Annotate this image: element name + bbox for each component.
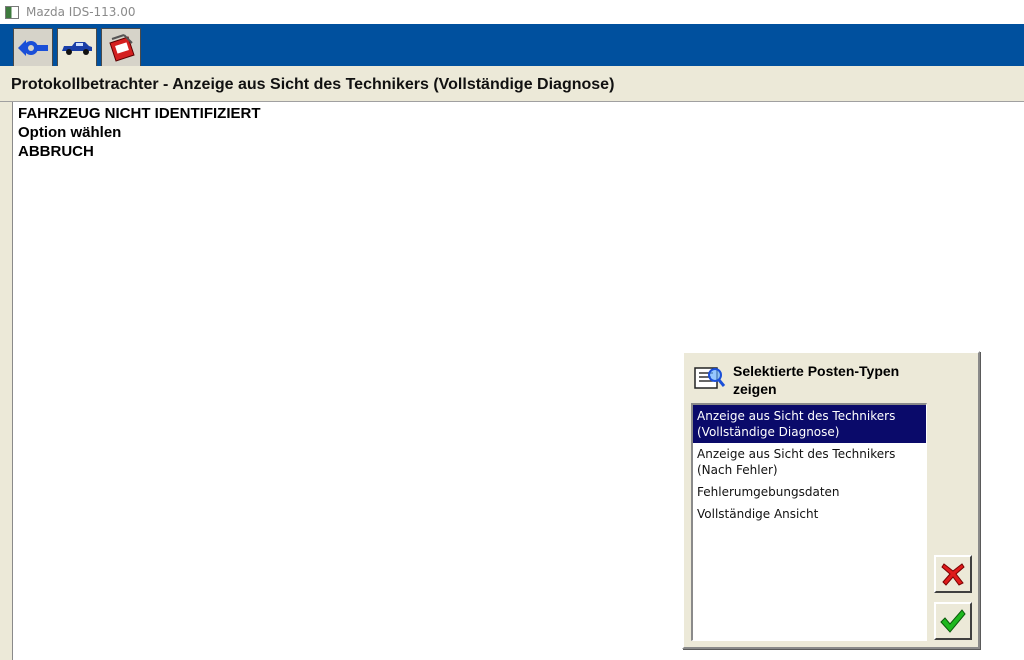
cancel-button[interactable] xyxy=(934,555,972,593)
toolbar xyxy=(0,24,1024,66)
dialog-title: Selektierte Posten-Typen zeigen xyxy=(733,363,900,397)
tab-vehicle[interactable] xyxy=(57,28,97,66)
document-magnifier-icon xyxy=(694,367,726,389)
title-bar: Mazda IDS-113.00 xyxy=(0,0,1024,24)
green-check-icon xyxy=(940,609,966,633)
list-item-fault-environment[interactable]: Fehlerumgebungsdaten xyxy=(693,481,926,503)
page-header: Protokollbetrachter - Anzeige aus Sicht … xyxy=(0,66,1024,102)
filter-dialog: Selektierte Posten-Typen zeigen Anzeige … xyxy=(682,351,980,649)
vehicle-icon xyxy=(62,41,92,55)
list-item-technician-fault[interactable]: Anzeige aus Sicht des Technikers (Nach F… xyxy=(693,443,926,481)
post-type-list[interactable]: Anzeige aus Sicht des Technikers (Vollst… xyxy=(691,403,927,641)
log-line: Option wählen xyxy=(18,124,122,141)
back-arrow-icon xyxy=(18,39,48,56)
log-line: ABBRUCH xyxy=(18,143,94,160)
page-title: Protokollbetrachter - Anzeige aus Sicht … xyxy=(11,76,615,93)
tab-back[interactable] xyxy=(13,28,53,66)
toolbox-icon xyxy=(109,33,135,62)
red-x-icon xyxy=(941,563,965,586)
ok-button[interactable] xyxy=(934,602,972,640)
log-line: FAHRZEUG NICHT IDENTIFIZIERT xyxy=(18,105,261,122)
list-item-technician-full[interactable]: Anzeige aus Sicht des Technikers (Vollst… xyxy=(693,405,926,443)
app-icon xyxy=(5,5,19,19)
list-item-full-view[interactable]: Vollständige Ansicht xyxy=(693,503,926,525)
tab-toolbox[interactable] xyxy=(101,28,141,66)
window-title: Mazda IDS-113.00 xyxy=(26,5,136,19)
